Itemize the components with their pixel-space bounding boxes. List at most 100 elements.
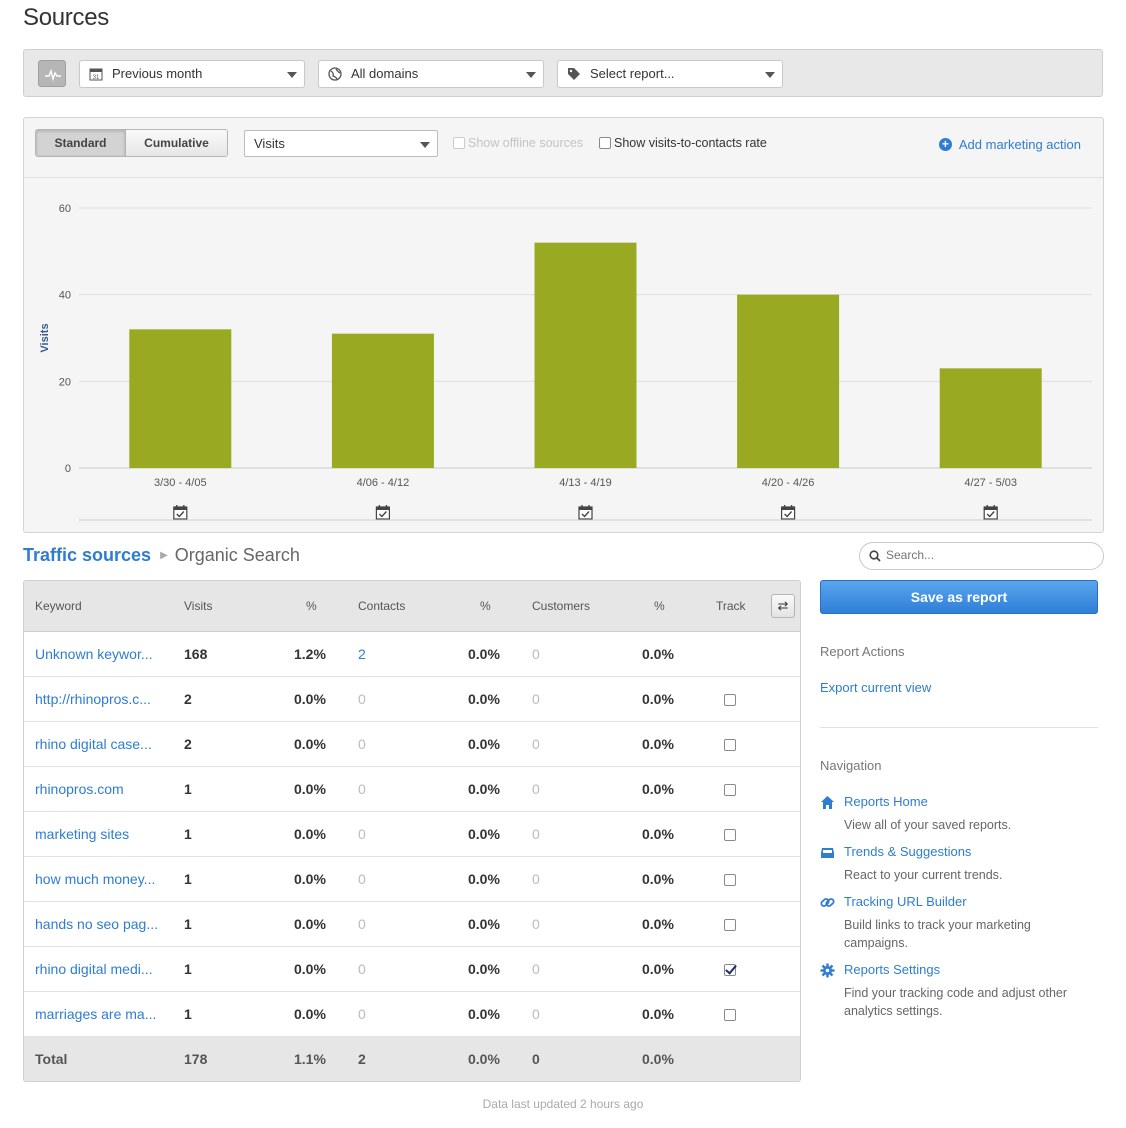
report-value: Select report... (590, 66, 675, 81)
search-input[interactable] (886, 548, 1086, 562)
customers-pct-cell: 0.0% (642, 871, 674, 887)
col-visits-pct[interactable]: % (306, 599, 317, 613)
marketing-action-icon[interactable] (375, 505, 390, 520)
report-dropdown[interactable]: Select report... (557, 60, 783, 88)
table-header: Keyword Visits % Contacts % Customers % … (24, 581, 800, 632)
keyword-link[interactable]: marriages are ma... (35, 1006, 156, 1022)
col-contacts-pct[interactable]: % (480, 599, 491, 613)
keyword-link[interactable]: http://rhinopros.c... (35, 691, 151, 707)
keyword-link[interactable]: rhino digital case... (35, 736, 152, 752)
sidebar-divider (820, 727, 1098, 728)
column-swap-button[interactable]: ⇄ (771, 594, 795, 618)
col-customers[interactable]: Customers (532, 599, 590, 613)
y-tick-label: 40 (59, 290, 71, 302)
search-icon (869, 550, 881, 562)
track-checkbox[interactable] (724, 784, 736, 796)
contacts-cell: 0 (358, 871, 366, 887)
customers-cell: 0 (532, 781, 540, 797)
contacts-cell: 0 (358, 916, 366, 932)
pulse-toggle-button[interactable] (38, 60, 66, 87)
show-offline-option: Show offline sources (453, 136, 583, 150)
track-checkbox[interactable] (724, 874, 736, 886)
marketing-action-icon[interactable] (173, 505, 188, 520)
track-checkbox[interactable] (724, 694, 736, 706)
x-tick-label: 4/13 - 4/19 (559, 477, 612, 489)
visits-pct-cell: 0.0% (294, 871, 326, 887)
pulse-icon (45, 68, 61, 82)
visits-cell: 1 (184, 1006, 192, 1022)
breadcrumb-root-link[interactable]: Traffic sources (23, 545, 151, 566)
col-visits[interactable]: Visits (184, 599, 212, 613)
table-body: Unknown keywor... 168 1.2% 2 0.0% 0 0.0% http:/… (24, 632, 800, 1037)
swap-icon: ⇄ (777, 598, 789, 613)
export-current-view-link[interactable]: Export current view (820, 680, 931, 695)
marketing-action-icon[interactable] (780, 505, 796, 520)
gear-icon (820, 963, 835, 978)
add-marketing-action-link[interactable]: + Add marketing action (938, 137, 1081, 152)
cumulative-button[interactable]: Cumulative (126, 130, 227, 156)
breadcrumb: Traffic sources ▶ Organic Search (23, 545, 300, 566)
bar (534, 242, 637, 468)
col-contacts[interactable]: Contacts (358, 599, 405, 613)
keyword-link[interactable]: Unknown keywor... (35, 646, 153, 662)
table-row: http://rhinopros.c... 2 0.0% 0 0.0% 0 0.0% (24, 677, 800, 722)
save-as-report-button[interactable]: Save as report (820, 580, 1098, 614)
nav-trends-desc: React to your current trends. (844, 868, 1003, 882)
marketing-action-icon[interactable] (983, 505, 998, 520)
total-customers-pct: 0.0% (642, 1051, 674, 1067)
keyword-table: Keyword Visits % Contacts % Customers % … (23, 580, 801, 1082)
contacts-cell[interactable]: 2 (358, 646, 366, 662)
keyword-link[interactable]: marketing sites (35, 826, 129, 842)
nav-tracking-url-link[interactable]: Tracking URL Builder (844, 894, 967, 909)
visits-pct-cell: 0.0% (294, 781, 326, 797)
contacts-cell: 0 (358, 781, 366, 797)
metric-dropdown[interactable]: Visits (244, 130, 438, 157)
track-checkbox[interactable] (724, 829, 736, 841)
track-checkbox[interactable] (724, 964, 736, 976)
show-rate-label: Show visits-to-contacts rate (614, 136, 767, 150)
track-checkbox[interactable] (724, 1009, 736, 1021)
nav-trends-link[interactable]: Trends & Suggestions (844, 844, 971, 859)
link-icon (820, 898, 835, 907)
total-label: Total (35, 1051, 68, 1067)
bar (331, 333, 434, 468)
show-offline-checkbox[interactable] (453, 137, 465, 149)
keyword-link[interactable]: rhinopros.com (35, 781, 124, 797)
standard-button[interactable]: Standard (36, 130, 126, 156)
nav-reports-home-link[interactable]: Reports Home (844, 794, 928, 809)
tag-icon (568, 68, 580, 80)
nav-reports-settings-desc: Find your tracking code and adjust other… (844, 986, 1068, 1018)
x-tick-label: 4/27 - 5/03 (964, 477, 1017, 489)
customers-pct-cell: 0.0% (642, 961, 674, 977)
marketing-action-icon[interactable] (578, 505, 593, 520)
customers-pct-cell: 0.0% (642, 691, 674, 707)
visits-cell: 2 (184, 736, 192, 752)
show-rate-checkbox[interactable] (599, 137, 611, 149)
track-checkbox[interactable] (724, 739, 736, 751)
customers-cell: 0 (532, 1006, 540, 1022)
keyword-link[interactable]: hands no seo pag... (35, 916, 158, 932)
x-tick-label: 4/06 - 4/12 (357, 477, 410, 489)
visits-cell: 1 (184, 781, 192, 797)
breadcrumb-current: Organic Search (174, 545, 300, 565)
last-updated: Data last updated 2 hours ago (0, 1097, 1126, 1111)
domain-dropdown[interactable]: All domains (318, 60, 544, 88)
visits-bar-chart: 0 20 40 60 Visits 3/30 - 4/05 4/06 - 4/12 4/13 … (39, 203, 1092, 521)
contacts-pct-cell: 0.0% (468, 1006, 500, 1022)
bar (939, 368, 1042, 468)
customers-cell: 0 (532, 691, 540, 707)
nav-reports-settings-link[interactable]: Reports Settings (844, 962, 940, 977)
chart-panel: Standard Cumulative Visits Show offline … (23, 117, 1104, 533)
track-checkbox[interactable] (724, 919, 736, 931)
breadcrumb-separator-icon: ▶ (160, 550, 168, 561)
date-range-dropdown[interactable]: 31 Previous month (79, 60, 305, 88)
keyword-link[interactable]: how much money... (35, 871, 155, 887)
keyword-link[interactable]: rhino digital medi... (35, 961, 153, 977)
date-range-value: Previous month (112, 66, 203, 81)
page-title: Sources (23, 4, 109, 31)
col-customers-pct[interactable]: % (654, 599, 665, 613)
chevron-down-icon (526, 72, 536, 78)
col-keyword[interactable]: Keyword (35, 599, 82, 613)
visits-pct-cell: 0.0% (294, 961, 326, 977)
customers-pct-cell: 0.0% (642, 826, 674, 842)
